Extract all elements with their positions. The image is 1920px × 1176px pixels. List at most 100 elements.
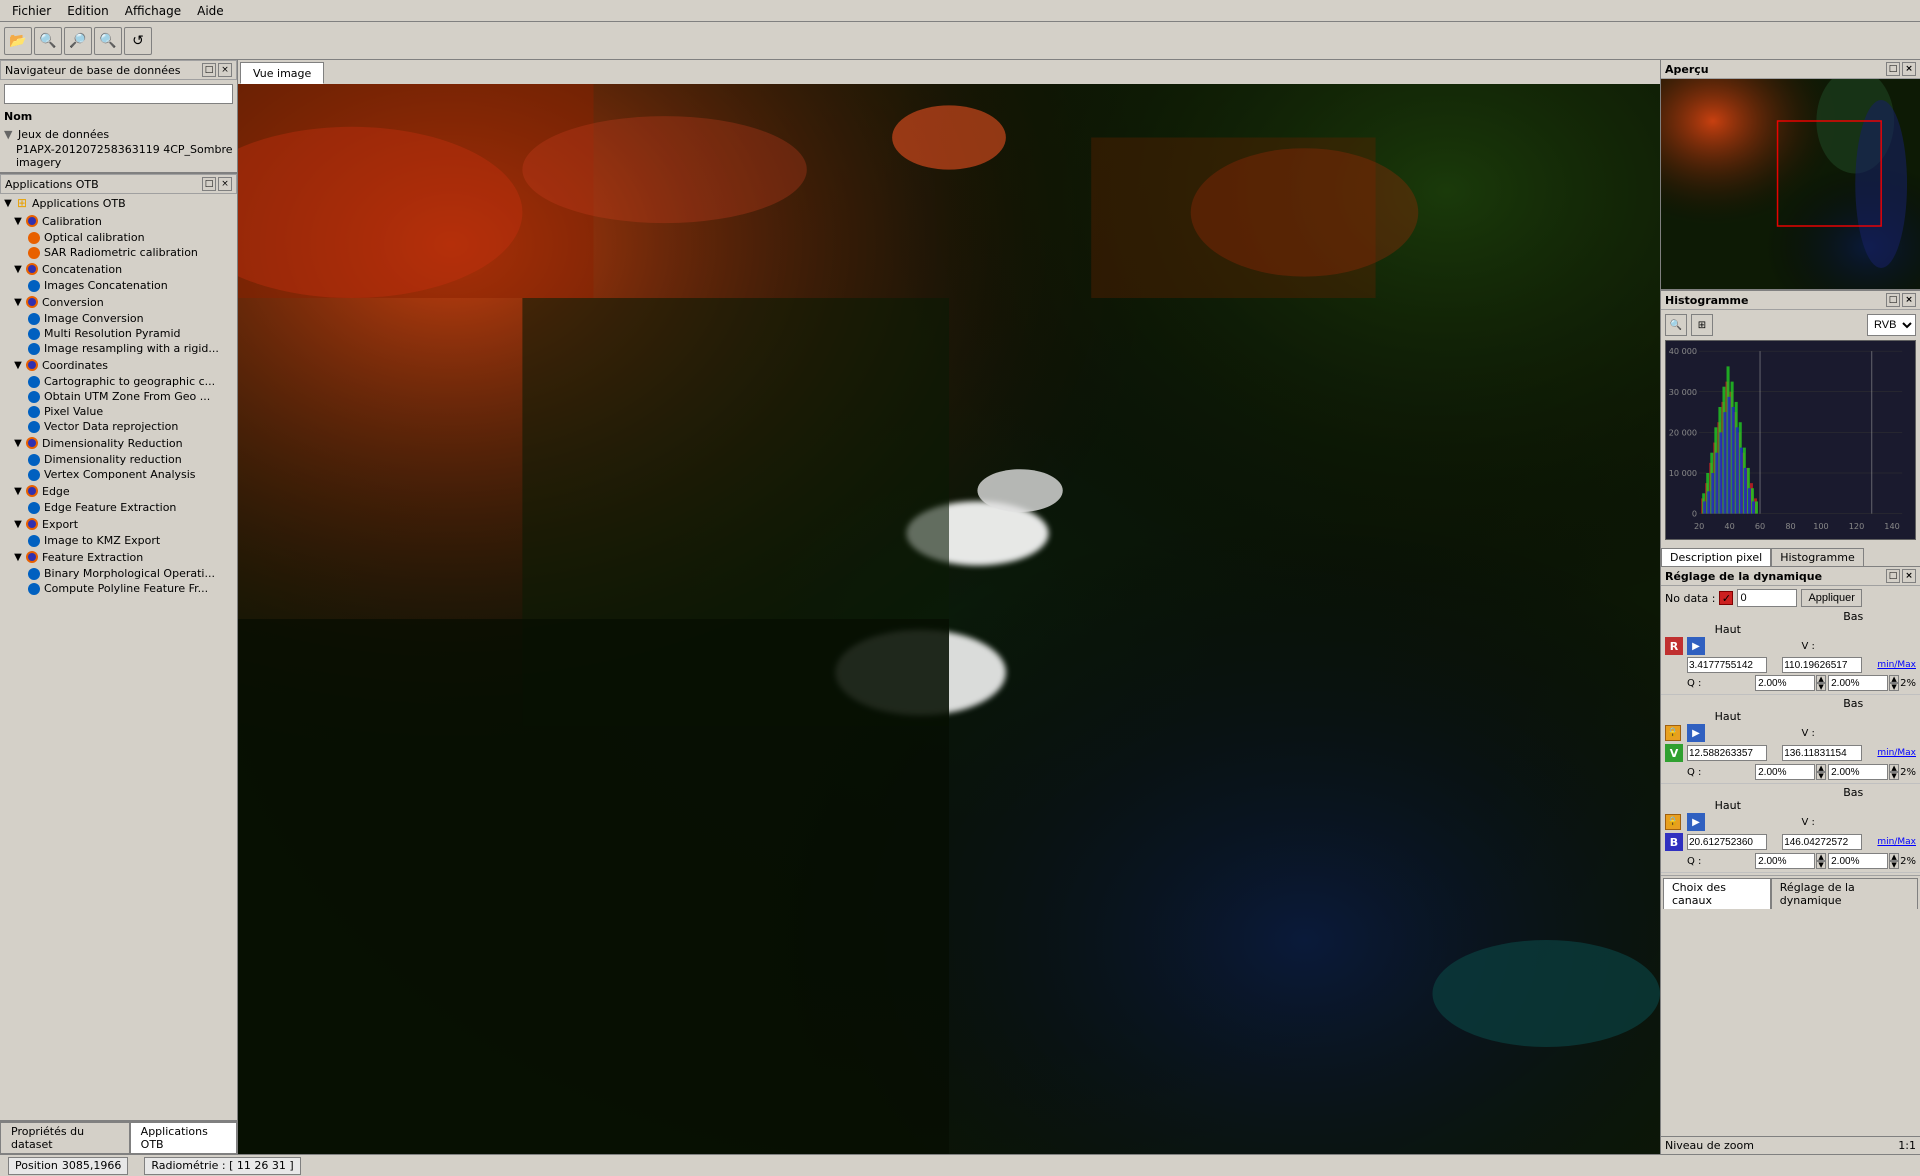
otb-vertex-component[interactable]: Vertex Component Analysis <box>0 467 237 482</box>
channel-b-arrow[interactable]: ▶ <box>1687 813 1705 831</box>
channel-b-q-bas[interactable] <box>1755 853 1815 869</box>
channel-b-haut-input[interactable] <box>1782 834 1862 850</box>
channel-r-q-bas[interactable] <box>1755 675 1815 691</box>
image-container[interactable] <box>238 84 1660 1154</box>
otb-sar-calibration[interactable]: SAR Radiometric calibration <box>0 245 237 260</box>
tab-vue-image[interactable]: Vue image <box>240 62 324 84</box>
channel-r-minmax[interactable]: min/Max <box>1877 660 1916 670</box>
otb-concatenation-group[interactable]: ▼ Concatenation <box>0 260 237 278</box>
menu-edition[interactable]: Edition <box>59 2 117 20</box>
otb-export-group[interactable]: ▼ Export <box>0 515 237 533</box>
channel-v-q-bas[interactable] <box>1755 764 1815 780</box>
channel-b-q-bas-up[interactable]: ▲ <box>1816 853 1826 861</box>
otb-vector-reprojection[interactable]: Vector Data reprojection <box>0 419 237 434</box>
channel-b-q-haut-up[interactable]: ▲ <box>1889 853 1899 861</box>
otb-dim-reduction-item[interactable]: Dimensionality reduction <box>0 452 237 467</box>
navigator-icon-2[interactable]: × <box>218 63 232 77</box>
apercu-image[interactable] <box>1661 79 1920 289</box>
channel-v-q-bas-spinner[interactable]: ▲ ▼ <box>1816 764 1826 780</box>
channel-v-minmax[interactable]: min/Max <box>1877 748 1916 758</box>
channel-v-bas-input[interactable] <box>1687 745 1767 761</box>
channel-v-q-bas-up[interactable]: ▲ <box>1816 764 1826 772</box>
dynamic-icon-2[interactable]: × <box>1902 569 1916 583</box>
zoom-in-button[interactable]: 🔎 <box>64 27 92 55</box>
channel-b-lock[interactable]: 🔒 <box>1665 814 1681 830</box>
otb-multi-res-pyramid[interactable]: Multi Resolution Pyramid <box>0 326 237 341</box>
channel-v-q-haut-down[interactable]: ▼ <box>1889 772 1899 780</box>
navigator-search-input[interactable] <box>4 84 233 104</box>
channel-r-arrow[interactable]: ▶ <box>1687 637 1705 655</box>
apercu-icon-2[interactable]: × <box>1902 62 1916 76</box>
tab-applications-otb[interactable]: Applications OTB <box>130 1122 237 1154</box>
menu-affichage[interactable]: Affichage <box>117 2 189 20</box>
histogram-mode-select[interactable]: RVB <box>1867 314 1916 336</box>
otb-images-concatenation[interactable]: Images Concatenation <box>0 278 237 293</box>
menu-fichier[interactable]: Fichier <box>4 2 59 20</box>
channel-r-bas-input[interactable] <box>1687 657 1767 673</box>
channel-r-haut-input[interactable] <box>1782 657 1862 673</box>
channel-v-q-haut[interactable] <box>1828 764 1888 780</box>
otb-dim-reduction-group[interactable]: ▼ Dimensionality Reduction <box>0 434 237 452</box>
no-data-checkbox[interactable]: ✓ <box>1719 591 1733 605</box>
otb-coordinates-group[interactable]: ▼ Coordinates <box>0 356 237 374</box>
otb-compute-polyline[interactable]: Compute Polyline Feature Fr... <box>0 581 237 596</box>
apercu-icon-1[interactable]: □ <box>1886 62 1900 76</box>
channel-v-q-haut-up[interactable]: ▲ <box>1889 764 1899 772</box>
channel-r-q-haut-up[interactable]: ▲ <box>1889 675 1899 683</box>
channel-v-haut-input[interactable] <box>1782 745 1862 761</box>
otb-conversion-group[interactable]: ▼ Conversion <box>0 293 237 311</box>
otb-image-resampling[interactable]: Image resampling with a rigid... <box>0 341 237 356</box>
search-button[interactable]: 🔍 <box>34 27 62 55</box>
sub-tab-description[interactable]: Description pixel <box>1661 548 1771 566</box>
menu-aide[interactable]: Aide <box>189 2 232 20</box>
otb-feature-extraction-group[interactable]: ▼ Feature Extraction <box>0 548 237 566</box>
tree-dataset-item[interactable]: P1APX-201207258363119 4CP_Sombre imagery <box>4 142 233 170</box>
otb-calibration-group[interactable]: ▼ Calibration <box>0 212 237 230</box>
tab-proprietes[interactable]: Propriétés du dataset <box>0 1122 130 1154</box>
otb-image-kmz[interactable]: Image to KMZ Export <box>0 533 237 548</box>
channel-r-q-bas-spinner[interactable]: ▲ ▼ <box>1816 675 1826 691</box>
channel-r-q-haut[interactable] <box>1828 675 1888 691</box>
otb-icon-1[interactable]: □ <box>202 177 216 191</box>
channel-r-q-bas-up[interactable]: ▲ <box>1816 675 1826 683</box>
otb-binary-morph[interactable]: Binary Morphological Operati... <box>0 566 237 581</box>
otb-edge-group[interactable]: ▼ Edge <box>0 482 237 500</box>
zoom-out-button[interactable]: 🔍 <box>94 27 122 55</box>
channel-r-q-haut-spinner[interactable]: ▲ ▼ <box>1889 675 1899 691</box>
otb-cartographic[interactable]: Cartographic to geographic c... <box>0 374 237 389</box>
channel-b-minmax[interactable]: min/Max <box>1877 837 1916 847</box>
channel-b-q-bas-down[interactable]: ▼ <box>1816 861 1826 869</box>
otb-obtain-utm[interactable]: Obtain UTM Zone From Geo ... <box>0 389 237 404</box>
channel-v-q-bas-down[interactable]: ▼ <box>1816 772 1826 780</box>
open-button[interactable]: 📂 <box>4 27 32 55</box>
channel-b-q-haut-down[interactable]: ▼ <box>1889 861 1899 869</box>
otb-root-node[interactable]: ▼ ⊞ Applications OTB <box>0 194 237 212</box>
channel-r-q-bas-down[interactable]: ▼ <box>1816 683 1826 691</box>
channel-b-q-haut-spinner[interactable]: ▲ ▼ <box>1889 853 1899 869</box>
channel-b-q-bas-spinner[interactable]: ▲ ▼ <box>1816 853 1826 869</box>
no-data-value[interactable] <box>1737 589 1797 607</box>
navigator-icon-1[interactable]: □ <box>202 63 216 77</box>
refresh-button[interactable]: ↺ <box>124 27 152 55</box>
hist-btn-2[interactable]: ⊞ <box>1691 314 1713 336</box>
otb-optical-calibration[interactable]: Optical calibration <box>0 230 237 245</box>
apply-button[interactable]: Appliquer <box>1801 589 1861 607</box>
hist-icon-2[interactable]: × <box>1902 293 1916 307</box>
sub-tab-histogramme[interactable]: Histogramme <box>1771 548 1864 566</box>
otb-image-conversion[interactable]: Image Conversion <box>0 311 237 326</box>
channel-v-q-haut-spinner[interactable]: ▲ ▼ <box>1889 764 1899 780</box>
channel-b-bas-input[interactable] <box>1687 834 1767 850</box>
otb-edge-feature[interactable]: Edge Feature Extraction <box>0 500 237 515</box>
dynamic-icon-1[interactable]: □ <box>1886 569 1900 583</box>
channel-r-q-haut-down[interactable]: ▼ <box>1889 683 1899 691</box>
channel-b-q-haut[interactable] <box>1828 853 1888 869</box>
channel-v-lock[interactable]: 🔒 <box>1665 725 1681 741</box>
dynamic-tab[interactable]: Réglage de la dynamique <box>1771 878 1918 909</box>
otb-icon-2[interactable]: × <box>218 177 232 191</box>
channel-select-tab[interactable]: Choix des canaux <box>1663 878 1771 909</box>
hist-btn-1[interactable]: 🔍 <box>1665 314 1687 336</box>
otb-tree-scroll[interactable]: ▼ ⊞ Applications OTB ▼ Calibration <box>0 194 237 1120</box>
tree-datasets-root[interactable]: ▼ Jeux de données <box>4 127 233 142</box>
channel-v-arrow[interactable]: ▶ <box>1687 724 1705 742</box>
otb-pixel-value[interactable]: Pixel Value <box>0 404 237 419</box>
